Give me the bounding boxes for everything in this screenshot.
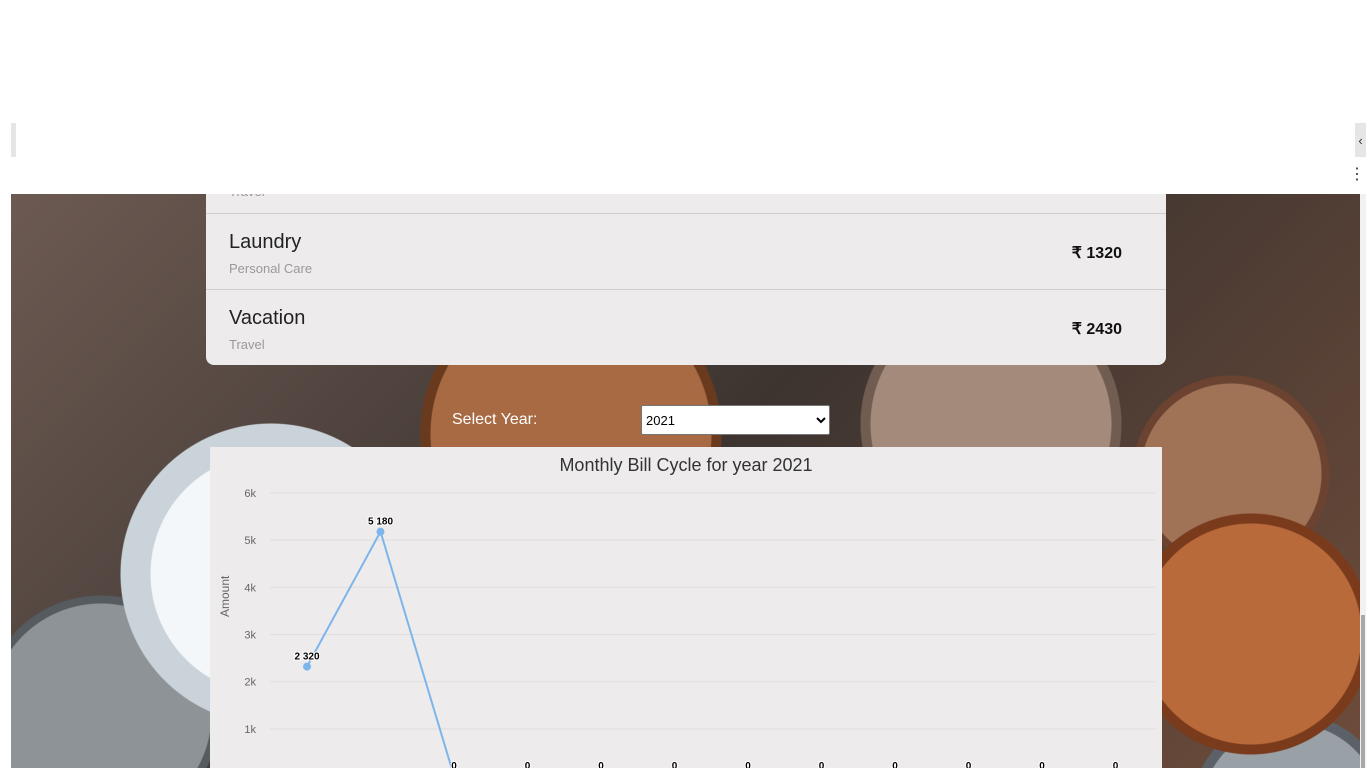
year-selector-label: Select Year: <box>452 411 538 428</box>
chart-data-label: 0 <box>1039 761 1045 768</box>
expense-list-card: Travel Laundry Personal Care ₹ 1320 Vaca… <box>206 170 1166 365</box>
chart-data-label: 0 <box>598 761 604 768</box>
expense-category: Travel <box>229 337 265 352</box>
chart-series-line <box>306 529 453 768</box>
expense-amount: ₹ 2430 <box>1071 321 1122 338</box>
expense-title: Laundry <box>229 231 302 253</box>
kebab-menu-icon[interactable]: ⋮ <box>1349 166 1365 184</box>
expense-item-vacation[interactable]: Vacation Travel ₹ 2430 <box>206 289 1166 366</box>
expense-amount: ₹ 1320 <box>1071 245 1122 262</box>
scrollbar-thumb[interactable] <box>1361 615 1365 768</box>
chart-y-tick-label: 5k <box>244 535 256 547</box>
expense-item-laundry[interactable]: Laundry Personal Care ₹ 1320 <box>206 213 1166 290</box>
expense-category: Personal Care <box>229 261 313 276</box>
chart-y-tick-label: 4k <box>244 582 256 594</box>
chart-data-point[interactable] <box>376 527 385 536</box>
year-selector-row: Select Year: 2021 <box>452 405 832 435</box>
chart-y-tick-label: 1k <box>244 724 256 736</box>
chart-y-tick-label: 6k <box>244 488 256 500</box>
chart-data-label: 0 <box>1113 761 1119 768</box>
chart-data-label: 0 <box>451 761 457 768</box>
chart-data-label: 0 <box>745 761 751 768</box>
chevron-left-icon[interactable]: ‹ <box>1355 123 1366 157</box>
monthly-bill-chart: Monthly Bill Cycle for year 2021 Amount … <box>210 447 1162 768</box>
chart-data-point[interactable] <box>303 662 311 671</box>
chart-data-label: 0 <box>892 761 898 768</box>
year-select[interactable]: 2021 <box>641 405 830 435</box>
chart-y-tick-label: 3k <box>244 630 256 642</box>
chart-data-label: 0 <box>525 761 531 768</box>
expense-title: Vacation <box>229 307 306 329</box>
chart-data-label: 2 320 <box>294 652 319 663</box>
chart-data-label: 0 <box>672 761 678 768</box>
chart-y-tick-label: 2k <box>244 677 256 689</box>
left-panel-edge <box>11 123 16 157</box>
chart-data-label: 5 180 <box>368 517 393 528</box>
chart-data-label: 0 <box>966 761 972 768</box>
chart-data-label: 0 <box>819 761 825 768</box>
chart-plot: 1k 2k 3k 4k 5k 6k 2 320 5 180 0 0 0 0 0 0 0 0 0 0 <box>244 488 1155 768</box>
top-header-area: ‹ ⋮ <box>0 0 1366 194</box>
